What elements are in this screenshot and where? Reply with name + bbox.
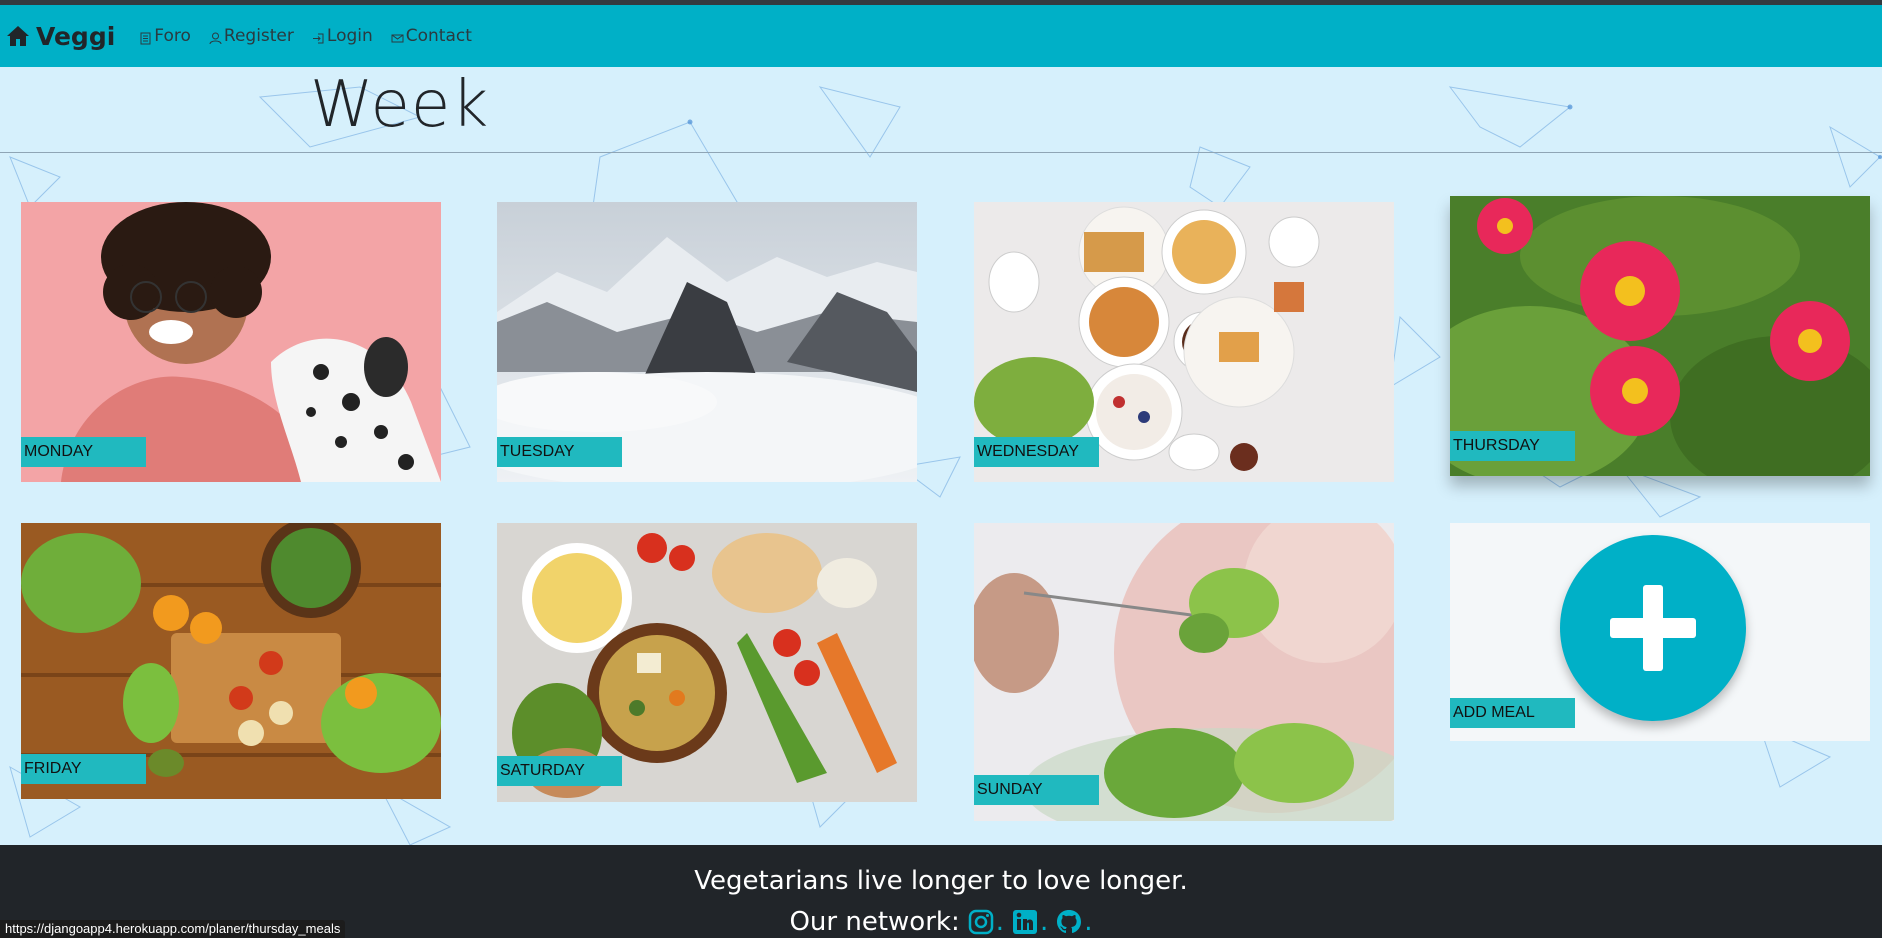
envelope-icon xyxy=(391,30,404,43)
day-card-thursday[interactable]: THURSDAY xyxy=(1450,196,1870,476)
day-label-monday: MONDAY xyxy=(21,437,146,467)
day-card-friday[interactable]: FRIDAY xyxy=(21,523,441,799)
user-icon xyxy=(209,30,222,44)
footer-tagline: Vegetarians live longer to love longer. xyxy=(694,866,1188,896)
day-label-thursday: THURSDAY xyxy=(1450,431,1575,461)
page-title: Week xyxy=(310,68,490,142)
day-card-wednesday[interactable]: WEDNESDAY xyxy=(974,202,1394,482)
instagram-icon[interactable] xyxy=(968,909,994,935)
plus-icon[interactable] xyxy=(1560,535,1746,721)
brand-link[interactable]: Veggi xyxy=(6,22,115,51)
day-label-tuesday: TUESDAY xyxy=(497,437,622,467)
day-label-friday: FRIDAY xyxy=(21,754,146,784)
title-divider xyxy=(0,152,1882,153)
linkedin-icon[interactable] xyxy=(1012,909,1038,935)
day-card-sunday[interactable]: SUNDAY xyxy=(974,523,1394,821)
github-icon[interactable] xyxy=(1056,909,1082,935)
brand-label: Veggi xyxy=(36,21,116,51)
day-card-tuesday[interactable]: TUESDAY xyxy=(497,202,917,482)
nav-foro[interactable]: Foro xyxy=(139,26,191,46)
add-meal-label: ADD MEAL xyxy=(1450,698,1575,728)
nav-foro-label: Foro xyxy=(154,26,191,46)
day-label-wednesday: WEDNESDAY xyxy=(974,437,1099,467)
nav-register[interactable]: Register xyxy=(209,26,294,46)
home-icon xyxy=(7,26,29,46)
status-bar-url: https://djangoapp4.herokuapp.com/planer/… xyxy=(0,920,346,938)
nav-contact[interactable]: Contact xyxy=(391,26,472,46)
day-label-sunday: SUNDAY xyxy=(974,775,1099,805)
nav-register-label: Register xyxy=(223,26,294,46)
nav-login-label: Login xyxy=(326,26,373,46)
day-card-saturday[interactable]: SATURDAY xyxy=(497,523,917,802)
nav-login[interactable]: Login xyxy=(312,26,373,46)
day-label-saturday: SATURDAY xyxy=(497,756,622,786)
footer-network-label: Our network: xyxy=(789,907,960,937)
login-icon xyxy=(312,30,325,43)
nav-contact-label: Contact xyxy=(405,26,472,46)
add-meal-card[interactable]: ADD MEAL xyxy=(1450,523,1870,741)
day-card-monday[interactable]: MONDAY xyxy=(21,202,441,482)
document-icon xyxy=(139,30,152,44)
top-navbar: Veggi Foro Register Login Contact xyxy=(0,5,1882,67)
